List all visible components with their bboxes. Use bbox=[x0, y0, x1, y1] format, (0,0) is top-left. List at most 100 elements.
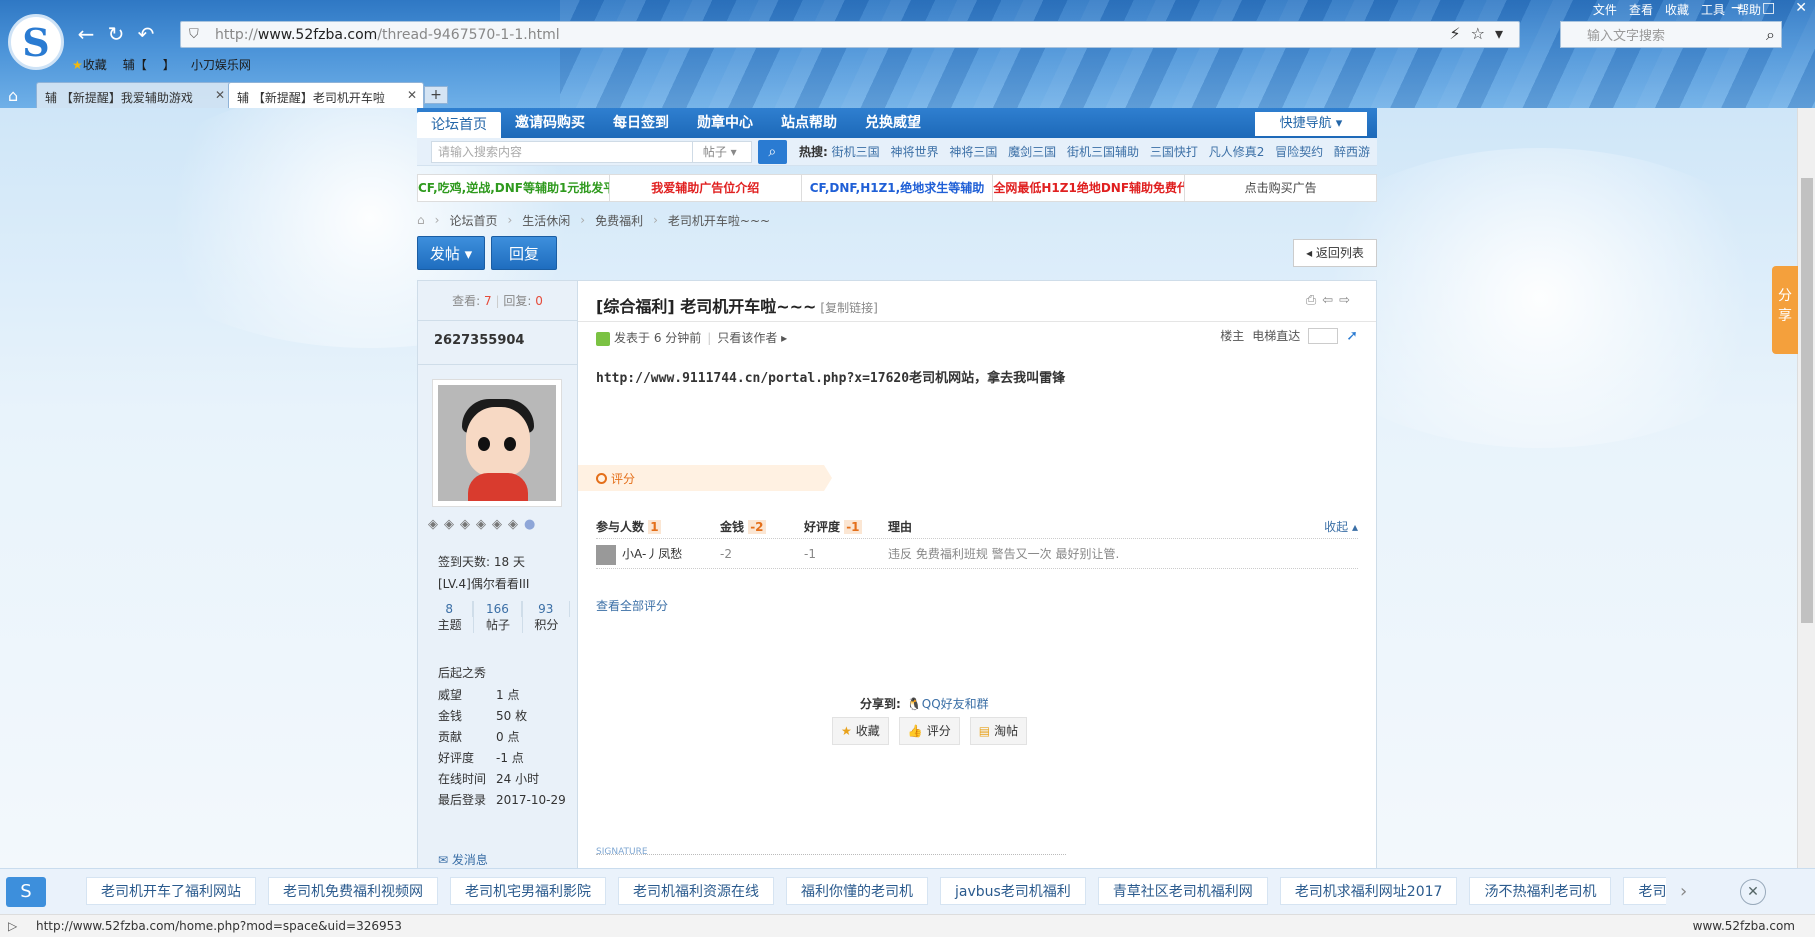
new-tab-button[interactable]: + bbox=[424, 86, 448, 104]
rate-button[interactable]: 👍 评分 bbox=[898, 717, 960, 745]
nav-signin[interactable]: 每日签到 bbox=[599, 108, 683, 138]
home-icon[interactable]: ⌂ bbox=[417, 213, 425, 227]
menu-favorites[interactable]: 收藏 bbox=[1665, 1, 1689, 18]
suggest-link[interactable]: 老司机免费福利视频网 bbox=[268, 877, 438, 905]
hot-item[interactable]: 神将三国 bbox=[949, 145, 997, 159]
scrollbar-thumb[interactable] bbox=[1801, 178, 1813, 623]
floor-input[interactable] bbox=[1308, 327, 1339, 344]
ad-link[interactable]: 我爱辅助广告位介绍 bbox=[610, 175, 802, 201]
hot-item[interactable]: 神将世界 bbox=[890, 145, 938, 159]
avatar[interactable] bbox=[432, 379, 562, 507]
qq-icon: 🐧 bbox=[906, 697, 922, 711]
nav-invite[interactable]: 邀请码购买 bbox=[501, 108, 599, 138]
new-post-button[interactable]: 发帖 ▾ bbox=[417, 236, 485, 270]
suggest-link[interactable]: 老司机福利资源在线 bbox=[618, 877, 774, 905]
collapse-rating-link[interactable]: 收起 ▴ bbox=[1324, 515, 1358, 539]
crumb-life[interactable]: 生活休闲 bbox=[522, 212, 570, 229]
post-content: [综合福利] 老司机开车啦~~~ [复制链接] ⎙⇦⇨ 发表于 6 分钟前 | 只看该… bbox=[578, 281, 1376, 868]
back-icon[interactable]: ← bbox=[74, 22, 98, 46]
forum-search-input[interactable]: 请输入搜索内容 bbox=[431, 140, 693, 163]
hot-item[interactable]: 冒险契约 bbox=[1275, 145, 1323, 159]
address-tools[interactable]: ⚡☆▾ bbox=[1449, 24, 1513, 43]
menu-file[interactable]: 文件 bbox=[1593, 1, 1617, 18]
star-icon: ★ bbox=[841, 724, 852, 738]
bookmark-2[interactable]: 】 bbox=[163, 56, 175, 73]
suggest-link[interactable]: 老司机求福利网址2017 bbox=[1279, 877, 1458, 905]
address-bar[interactable]: ⛉ http://www.52fzba.com/thread-9467570-1… bbox=[180, 21, 1520, 48]
thread-tools[interactable]: ⎙⇦⇨ bbox=[1306, 293, 1356, 308]
rater-avatar[interactable] bbox=[596, 544, 616, 565]
hot-item[interactable]: 凡人修真2 bbox=[1209, 145, 1265, 159]
share-side-tab[interactable]: 分享 bbox=[1772, 266, 1798, 354]
only-author-link[interactable]: 只看该作者 bbox=[717, 331, 777, 345]
play-icon[interactable]: ▷ bbox=[8, 915, 17, 937]
hot-item[interactable]: 街机三国 bbox=[832, 145, 880, 159]
close-icon[interactable]: ✕ bbox=[1795, 0, 1807, 16]
hot-item[interactable]: 三国快打 bbox=[1150, 145, 1198, 159]
browser-logo[interactable]: S bbox=[8, 14, 64, 70]
hot-item[interactable]: 醉西游 bbox=[1334, 145, 1370, 159]
count-threads[interactable]: 8 主题 bbox=[426, 601, 475, 633]
nav-exchange[interactable]: 兑换威望 bbox=[851, 108, 935, 138]
suggest-link[interactable]: 老司机 bbox=[1623, 877, 1666, 905]
bookmark-1[interactable]: 辅【 bbox=[123, 56, 147, 73]
browser-search-input[interactable]: 输入文字搜索 ⌕ bbox=[1560, 21, 1782, 48]
address-url[interactable]: http://www.52fzba.com/thread-9467570-1-1… bbox=[215, 27, 560, 43]
undo-icon[interactable]: ↶ bbox=[134, 22, 158, 46]
post-link[interactable]: http://www.9111744.cn/portal.php?x=17620 bbox=[596, 371, 909, 386]
rater-name[interactable]: 小A-丿凤愁 bbox=[622, 547, 682, 561]
bookmark-favorites[interactable]: ★收藏 bbox=[72, 56, 107, 73]
nav-medals[interactable]: 勋章中心 bbox=[683, 108, 767, 138]
view-all-ratings-link[interactable]: 查看全部评分 bbox=[596, 597, 668, 614]
ad-link[interactable]: 全网最低H1Z1绝地DNF辅助免费代 bbox=[993, 175, 1186, 201]
ad-link[interactable]: CF,DNF,H1Z1,绝地求生等辅助 bbox=[802, 175, 994, 201]
author-rank: 后起之秀 bbox=[438, 666, 487, 680]
close-icon[interactable]: ✕ bbox=[1740, 879, 1766, 905]
favorite-button[interactable]: ★ 收藏 bbox=[832, 717, 889, 745]
menu-tools[interactable]: 工具 bbox=[1701, 1, 1725, 18]
suggest-link[interactable]: 老司机开车了福利网站 bbox=[86, 877, 256, 905]
bookmark-3[interactable]: 小刀娱乐网 bbox=[191, 56, 251, 73]
nav-home[interactable]: 论坛首页 bbox=[417, 112, 501, 138]
vertical-scrollbar[interactable] bbox=[1797, 108, 1815, 868]
suggest-link[interactable]: 福利你懂的老司机 bbox=[786, 877, 928, 905]
tab-1[interactable]: 辅 【新提醒】我爱辅助游戏 ✕ bbox=[36, 82, 232, 108]
tab-2[interactable]: 辅 【新提醒】老司机开车啦 ✕ bbox=[228, 82, 424, 108]
refresh-icon[interactable]: ↻ bbox=[104, 22, 128, 46]
tab-close-icon[interactable]: ✕ bbox=[407, 88, 417, 102]
collect-button[interactable]: ▤ 淘帖 bbox=[969, 717, 1028, 745]
hot-item[interactable]: 魔剑三国 bbox=[1008, 145, 1056, 159]
ad-link[interactable]: CF,吃鸡,逆战,DNF等辅助1元批发平 bbox=[418, 175, 610, 201]
suggest-link[interactable]: 老司机宅男福利影院 bbox=[450, 877, 606, 905]
nav-help[interactable]: 站点帮助 bbox=[767, 108, 851, 138]
share-qq-link[interactable]: 🐧QQ好友和群 bbox=[907, 697, 989, 711]
send-message-link[interactable]: ✉ 发消息 bbox=[438, 851, 488, 868]
menu-view[interactable]: 查看 bbox=[1629, 1, 1653, 18]
count-posts[interactable]: 166 帖子 bbox=[474, 601, 523, 633]
count-points[interactable]: 93 积分 bbox=[523, 601, 570, 633]
suggest-link[interactable]: 青草社区老司机福利网 bbox=[1097, 877, 1268, 905]
search-scope-select[interactable]: 帖子 ▾ bbox=[692, 140, 752, 163]
maximize-icon[interactable]: □ bbox=[1762, 0, 1775, 16]
chevron-right-icon[interactable]: › bbox=[1680, 881, 1687, 902]
tab-close-icon[interactable]: ✕ bbox=[215, 88, 225, 102]
copy-link[interactable]: [复制链接] bbox=[820, 301, 877, 315]
hot-item[interactable]: 街机三国辅助 bbox=[1067, 145, 1139, 159]
medal-icons[interactable]: ◈◈◈◈◈◈● bbox=[428, 517, 541, 532]
search-button[interactable]: ⌕ bbox=[757, 139, 787, 164]
window-controls[interactable]: − □ ✕ bbox=[1730, 0, 1807, 16]
search-icon[interactable]: ⌕ bbox=[1766, 25, 1775, 45]
sogou-logo[interactable]: S bbox=[6, 877, 46, 907]
suggest-link[interactable]: 汤不热福利老司机 bbox=[1469, 877, 1612, 905]
jump-icon[interactable]: ➚ bbox=[1346, 328, 1358, 344]
minimize-icon[interactable]: − bbox=[1730, 0, 1742, 16]
reply-button[interactable]: 回复 bbox=[491, 236, 557, 270]
quick-nav-button[interactable]: 快捷导航 ▾ bbox=[1255, 112, 1367, 136]
author-name[interactable]: 2627355904 bbox=[418, 321, 577, 365]
crumb-welfare[interactable]: 免费福利 bbox=[595, 212, 643, 229]
suggest-link[interactable]: javbus老司机福利 bbox=[940, 877, 1086, 905]
crumb-home[interactable]: 论坛首页 bbox=[449, 212, 497, 229]
ad-buy-link[interactable]: 点击购买广告 bbox=[1185, 175, 1376, 201]
rating-head-row: 参与人数 1 金钱 -2 好评度 -1 理由 收起 ▴ bbox=[596, 515, 1358, 539]
back-to-list-button[interactable]: ◂ 返回列表 bbox=[1293, 239, 1377, 267]
